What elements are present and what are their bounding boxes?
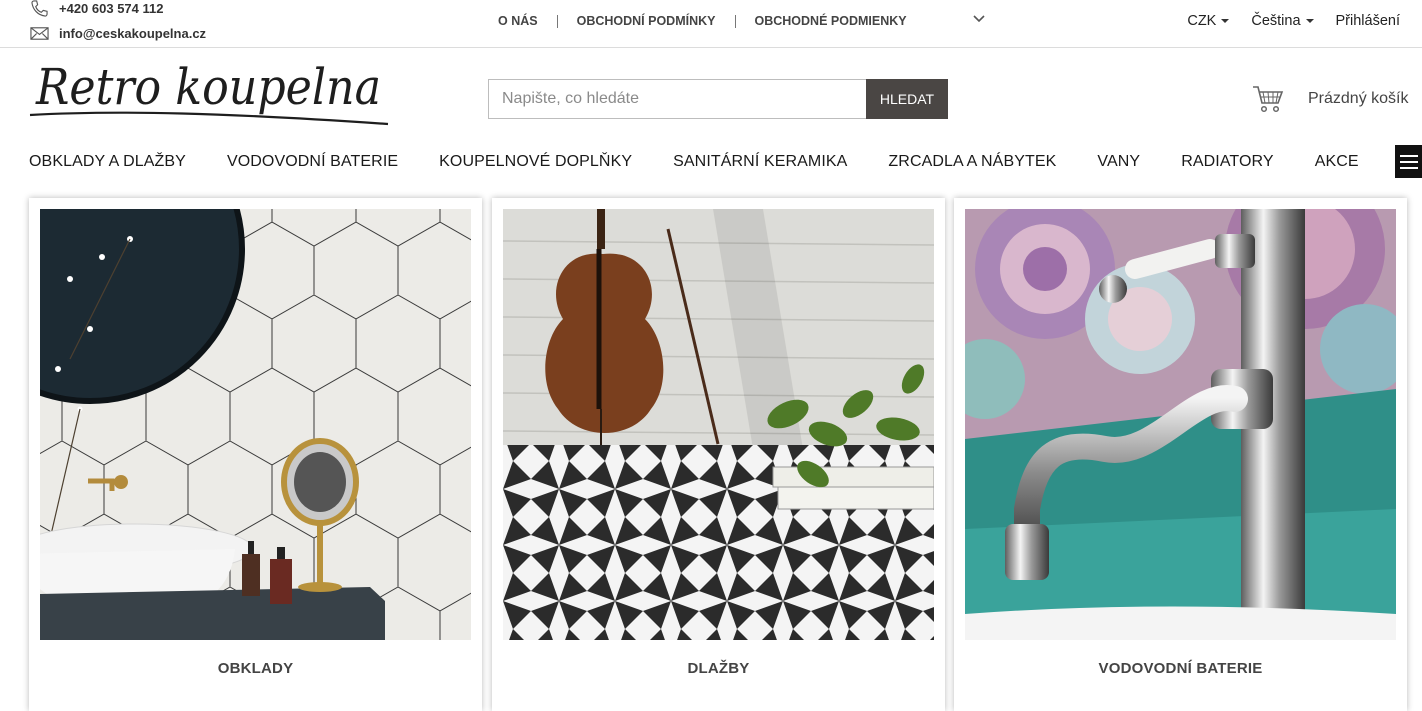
nav-item-tiles[interactable]: OBKLADY A DLAŽBY <box>29 153 186 171</box>
email-address: info@ceskakoupelna.cz <box>59 26 207 41</box>
top-link-about[interactable]: O NÁS <box>498 14 538 28</box>
top-link-terms-sk[interactable]: OBCHODNÉ PODMIENKY <box>755 14 907 28</box>
category-card-obklady[interactable]: OBKLADY <box>29 198 482 711</box>
nav-item-accessories[interactable]: KOUPELNOVÉ DOPLŇKY <box>439 153 632 171</box>
category-image <box>503 209 934 640</box>
category-card-vodovodni-baterie[interactable]: VODOVODNÍ BATERIE <box>954 198 1407 711</box>
currency-select[interactable]: CZK <box>1187 13 1230 29</box>
logo[interactable]: Retro koupelna <box>28 58 393 132</box>
chevron-down-icon[interactable] <box>972 14 986 24</box>
language-select[interactable]: Čeština <box>1251 13 1314 29</box>
top-links: O NÁS OBCHODNÍ PODMÍNKY OBCHODNÉ PODMIEN… <box>498 14 985 28</box>
category-label: DLAŽBY <box>687 660 750 677</box>
nav-item-ceramics[interactable]: SANITÁRNÍ KERAMIKA <box>673 153 847 171</box>
divider <box>556 14 558 28</box>
category-label: VODOVODNÍ BATERIE <box>1098 660 1263 677</box>
caret-down-icon <box>1305 19 1314 23</box>
category-label: OBKLADY <box>217 660 294 677</box>
phone-number: +420 603 574 112 <box>59 1 164 16</box>
login-link[interactable]: Přihlášení <box>1336 13 1400 29</box>
nav-item-radiators[interactable]: RADIATORY <box>1181 153 1273 171</box>
divider <box>734 14 736 28</box>
top-right-controls: CZK Čeština Přihlášení <box>1187 13 1400 29</box>
main-nav: OBKLADY A DLAŽBY VODOVODNÍ BATERIE KOUPE… <box>29 153 1400 171</box>
nav-item-sale[interactable]: AKCE <box>1315 153 1359 171</box>
envelope-icon <box>30 27 49 40</box>
hamburger-line <box>1399 166 1418 169</box>
menu-button[interactable] <box>1395 145 1422 178</box>
caret-down-icon <box>1221 19 1230 23</box>
hamburger-line <box>1399 160 1418 163</box>
hamburger-line <box>1399 154 1418 157</box>
category-card-dlazby[interactable]: DLAŽBY <box>492 198 945 711</box>
search-input[interactable] <box>488 79 866 119</box>
top-link-terms-cz[interactable]: OBCHODNÍ PODMÍNKY <box>577 14 716 28</box>
contact-email[interactable]: info@ceskakoupelna.cz <box>30 25 206 42</box>
category-image <box>40 209 471 640</box>
contact-phone[interactable]: +420 603 574 112 <box>30 0 163 17</box>
top-bar: +420 603 574 112 info@ceskakoupelna.cz O… <box>0 0 1422 48</box>
language-value: Čeština <box>1251 13 1301 29</box>
cart[interactable]: Prázdný košík <box>1252 84 1408 114</box>
nav-item-faucets[interactable]: VODOVODNÍ BATERIE <box>227 153 398 171</box>
phone-icon <box>31 0 48 17</box>
cart-label: Prázdný košík <box>1308 90 1409 107</box>
currency-value: CZK <box>1187 13 1217 29</box>
cart-icon <box>1253 86 1284 113</box>
search-bar: HLEDAT <box>488 79 948 119</box>
logo-text: Retro koupelna <box>35 58 381 116</box>
nav-item-mirrors-furniture[interactable]: ZRCADLA A NÁBYTEK <box>888 153 1056 171</box>
category-image <box>965 209 1396 640</box>
search-button[interactable]: HLEDAT <box>866 79 948 119</box>
nav-item-bathtubs[interactable]: VANY <box>1097 153 1140 171</box>
